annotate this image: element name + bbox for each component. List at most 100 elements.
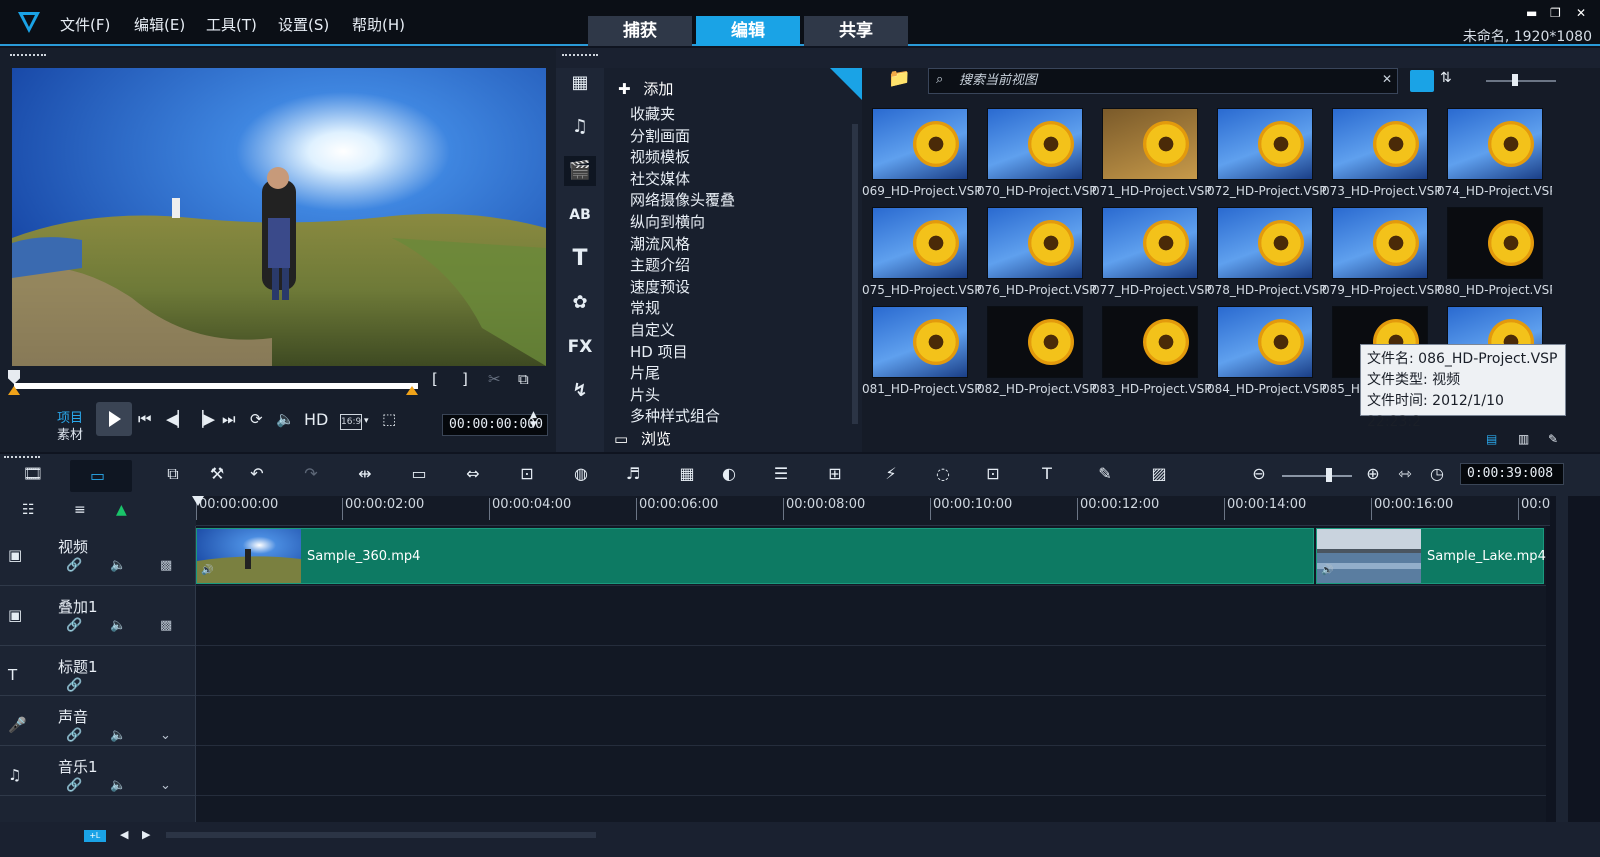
template-thumbnail[interactable]: 071_HD-Project.VSP [1092, 108, 1211, 204]
template-thumbnail[interactable]: 072_HD-Project.VSP [1207, 108, 1326, 204]
redo-icon[interactable]: ↷ [298, 464, 324, 483]
template-thumbnail[interactable]: 081_HD-Project.VSP [862, 306, 981, 402]
trim-bar[interactable] [14, 383, 418, 389]
lane-voice[interactable] [196, 696, 1546, 746]
trim-start-handle[interactable] [8, 386, 20, 395]
mark-out-button[interactable]: ] [462, 370, 468, 388]
copy-icon[interactable]: ⧉ [160, 464, 186, 484]
template-thumbnail[interactable]: 084_HD-Project.VSP [1207, 306, 1326, 402]
video-track-icon[interactable]: ▣ [8, 546, 22, 564]
storyboard-view-button[interactable]: 🎞 [20, 464, 46, 483]
overlay-track-icon[interactable]: ▣ [8, 606, 22, 624]
scissors-icon[interactable]: ✂ [488, 370, 501, 388]
template-thumbnail[interactable]: 083_HD-Project.VSP [1092, 306, 1211, 402]
category-item[interactable]: 收藏夹 [626, 104, 846, 126]
timeline-playhead[interactable] [192, 496, 204, 506]
menu-edit[interactable]: 编辑(E) [134, 14, 185, 35]
mute-icon[interactable]: 🔈 [110, 618, 126, 633]
color-icon[interactable]: ◍ [568, 464, 594, 483]
voice-track-icon[interactable]: 🎤 [8, 716, 27, 734]
category-item[interactable]: HD 项目 [626, 342, 846, 364]
path-motion-icon[interactable]: ◌ [930, 464, 956, 483]
category-item[interactable]: 社交媒体 [626, 169, 846, 191]
scroll-left-icon[interactable]: ◀ [120, 828, 128, 841]
category-item[interactable]: 常规 [626, 298, 846, 320]
graphics-icon[interactable]: ✿ [564, 288, 596, 318]
next-frame-icon[interactable]: ▕▶ [192, 410, 215, 428]
link-icon[interactable]: 🔗 [66, 678, 82, 693]
chapter-marker-icon[interactable]: ▲ [116, 502, 127, 518]
mask-icon[interactable]: ◐ [716, 464, 742, 483]
chapter-icon[interactable]: ▨ [1146, 464, 1172, 483]
lane-title[interactable] [196, 646, 1546, 696]
template-thumbnail[interactable]: 082_HD-Project.VSP [977, 306, 1096, 402]
motion-tracking-icon[interactable]: ⚡ [878, 464, 904, 483]
clear-search-icon[interactable]: ✕ [1382, 72, 1392, 86]
home-icon[interactable]: ⏮ [138, 410, 152, 428]
menu-help[interactable]: 帮助(H) [352, 14, 405, 35]
play-button[interactable] [96, 402, 132, 436]
template-thumbnail[interactable]: 080_HD-Project.VSP [1437, 207, 1552, 303]
add-category-button[interactable]: ✚ 添加 [618, 78, 673, 99]
zoom-slider[interactable] [1282, 475, 1352, 477]
title-icon[interactable]: T [564, 244, 596, 274]
template-thumbnail[interactable]: 078_HD-Project.VSP [1207, 207, 1326, 303]
enlarge-preview-icon[interactable]: ⧉ [518, 370, 529, 388]
category-item[interactable]: 潮流风格 [626, 234, 846, 256]
category-item[interactable]: 片尾 [626, 363, 846, 385]
template-thumbnail[interactable]: 077_HD-Project.VSP [1092, 207, 1211, 303]
tab-capture[interactable]: 捕获 [588, 16, 692, 46]
title-track-icon[interactable]: T [8, 666, 17, 684]
crop-icon[interactable]: ⬚ [382, 410, 396, 428]
view-mode-icon[interactable]: ▤ [1486, 432, 1497, 446]
menu-settings[interactable]: 设置(S) [278, 14, 329, 35]
menu-file[interactable]: 文件(F) [60, 14, 110, 35]
multicam-icon[interactable]: ▦ [674, 464, 700, 483]
scroll-right-icon[interactable]: ▶ [142, 828, 150, 841]
category-item[interactable]: 分割画面 [626, 126, 846, 148]
timeline-ruler[interactable]: 00:00:00:00 00:00:02:00 00:00:04:00 00:0… [192, 496, 1550, 526]
template-thumbnail[interactable]: 075_HD-Project.VSP [862, 207, 981, 303]
zoom-slider-handle[interactable] [1326, 468, 1332, 482]
aspect-dropdown-icon[interactable]: ▾ [364, 416, 369, 426]
category-item[interactable]: 视频模板 [626, 147, 846, 169]
mode-selector[interactable]: 项目 素材 [57, 410, 83, 444]
add-track-icon[interactable]: ≡ [74, 502, 86, 518]
link-icon[interactable]: 🔗 [66, 558, 82, 573]
hd-preview-button[interactable]: HD [304, 410, 328, 429]
tools-icon[interactable]: ⚒ [204, 464, 230, 483]
template-thumbnail[interactable]: 073_HD-Project.VSP [1322, 108, 1441, 204]
title-3d-icon[interactable]: T [1034, 464, 1060, 483]
close-icon[interactable]: ✕ [1576, 6, 1586, 20]
panel-grip[interactable] [10, 54, 46, 57]
ripple-icon[interactable]: ▩ [160, 618, 172, 633]
collapse-icon[interactable]: ⌄ [160, 778, 171, 793]
ripple-icon[interactable]: ▩ [160, 558, 172, 573]
tab-edit[interactable]: 编辑 [696, 16, 800, 46]
instant-project-icon[interactable]: ♫ [564, 112, 596, 142]
thumbnail-size-handle[interactable] [1512, 74, 1518, 86]
template-thumbnail[interactable]: 074_HD-Project.VSP [1437, 108, 1552, 204]
storyboard-view-icon[interactable]: ▥ [1518, 432, 1529, 446]
end-icon[interactable]: ⏭ [222, 410, 236, 428]
timeline-view-button[interactable]: ▭ [70, 460, 132, 492]
category-item[interactable]: 多种样式组合 [626, 406, 846, 424]
template-thumbnail[interactable]: 069_HD-Project.VSP [862, 108, 981, 204]
category-item[interactable]: 网络摄像头覆叠 [626, 190, 846, 212]
template-thumbnail[interactable]: 076_HD-Project.VSP [977, 207, 1096, 303]
mode-project[interactable]: 项目 [57, 410, 83, 427]
previous-frame-icon[interactable]: ◀▏ [166, 410, 189, 428]
template-thumbnail[interactable]: 079_HD-Project.VSP [1322, 207, 1441, 303]
category-item[interactable]: 纵向到横向 [626, 212, 846, 234]
category-item[interactable]: 自定义 [626, 320, 846, 342]
panel-grip[interactable] [562, 54, 598, 57]
repeat-icon[interactable]: ⟳ [250, 410, 263, 428]
music-track-icon[interactable]: ♫ [8, 766, 21, 784]
transform-icon[interactable]: ⊡ [514, 464, 540, 483]
sort-icon[interactable]: ⇅ [1440, 70, 1452, 86]
category-item[interactable]: 速度预设 [626, 277, 846, 299]
video-clip[interactable]: 🔊 Sample_Lake.mp4 [1316, 528, 1546, 584]
fx-icon[interactable]: FX [564, 332, 596, 362]
import-folder-icon[interactable]: 📁 [888, 68, 910, 89]
mute-icon[interactable]: 🔈 [110, 728, 126, 743]
